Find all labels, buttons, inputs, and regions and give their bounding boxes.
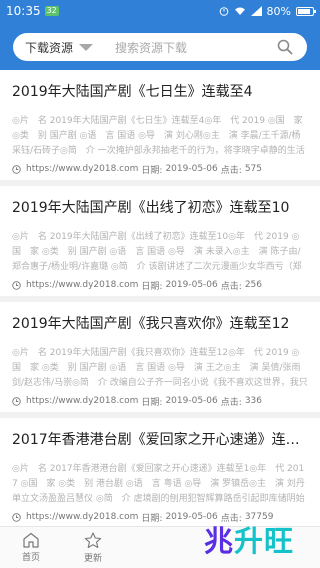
- status-icons: 80%: [219, 4, 316, 18]
- list-item[interactable]: 2019年大陆国产剧《出线了初恋》连载至10 ◎片 名 2019年大陆国产剧《出…: [0, 186, 320, 302]
- item-date: 2019-05-06: [165, 280, 218, 290]
- star-icon: [84, 531, 102, 548]
- item-date: 2019-05-06: [165, 164, 218, 174]
- chevron-down-icon: [79, 43, 94, 51]
- item-title: 2019年大陆国产剧《七日生》连载至4: [12, 84, 253, 100]
- battery-text: 80%: [266, 4, 291, 18]
- category-label: 下载资源: [25, 40, 74, 55]
- item-meta: https://www.dy2018.com 日期: 2019-05-06 点击…: [12, 275, 308, 295]
- item-title: 2019年大陆国产剧《我只喜欢你》连载至12: [12, 316, 290, 332]
- app-header: 10:35 32 80% 下载资源 搜索资源下载: [0, 0, 320, 70]
- item-url: https://www.dy2018.com: [26, 164, 139, 174]
- item-url: https://www.dy2018.com: [26, 396, 139, 406]
- item-clicks: 256: [244, 280, 262, 290]
- search-button[interactable]: [263, 33, 307, 61]
- watermark-text-1: 兆: [204, 524, 235, 558]
- watermark-logo: 兆升旺: [204, 518, 294, 560]
- item-url: https://www.dy2018.com: [26, 512, 139, 522]
- date-label: 日期:: [141, 165, 163, 176]
- signal-icon: [250, 6, 262, 16]
- date-label: 日期:: [141, 513, 163, 524]
- home-icon: [23, 532, 39, 548]
- clicks-label: 点击:: [220, 165, 242, 176]
- item-date: 2019-05-06: [165, 396, 218, 406]
- clock-icon: [12, 280, 21, 290]
- search-bar: 下载资源 搜索资源下载: [13, 33, 307, 61]
- item-meta: https://www.dy2018.com 日期: 2019-05-06 点击…: [12, 159, 308, 179]
- tab-update[interactable]: 更新: [62, 527, 124, 568]
- item-clicks: 575: [244, 164, 262, 174]
- tab-home[interactable]: 首页: [0, 527, 62, 568]
- list-item[interactable]: 2019年大陆国产剧《七日生》连载至4 ◎片 名 2019年大陆国产剧《七日生》…: [0, 70, 320, 186]
- date-label: 日期:: [141, 281, 163, 292]
- clicks-label: 点击:: [220, 281, 242, 292]
- item-description: ◎片 名 2019年大陆国产剧《我只喜欢你》连载至12◎年 代 2019 ◎国 …: [12, 348, 308, 388]
- alarm-icon: [219, 7, 228, 16]
- clock-icon: [12, 512, 21, 522]
- item-description: ◎片 名 2017年香港港台剧《爱回家之开心速递》连载至1◎年 代 2017 ◎…: [12, 464, 305, 504]
- status-time: 10:35: [6, 4, 41, 18]
- item-meta: https://www.dy2018.com 日期: 2019-05-06 点击…: [12, 391, 308, 411]
- search-icon: [277, 39, 293, 55]
- date-label: 日期:: [141, 397, 163, 408]
- list-item[interactable]: 2017年香港港台剧《爱回家之开心速递》连载至5… ◎片 名 2017年香港港台…: [0, 418, 320, 526]
- item-description: ◎片 名 2019年大陆国产剧《七日生》连载至4◎年 代 2019 ◎国 家 ◎…: [12, 116, 305, 156]
- status-bar: 10:35 32 80%: [0, 0, 320, 22]
- item-url: https://www.dy2018.com: [26, 280, 139, 290]
- watermark-text-2: 升旺: [234, 524, 295, 558]
- search-input[interactable]: 搜索资源下载: [115, 39, 187, 56]
- clicks-label: 点击:: [220, 397, 242, 408]
- notification-badge: 32: [44, 6, 59, 16]
- item-description: ◎片 名 2019年大陆国产剧《出线了初恋》连载至10◎年 代 2019 ◎国 …: [12, 232, 302, 272]
- category-dropdown[interactable]: 下载资源: [25, 39, 94, 56]
- item-title: 2017年香港港台剧《爱回家之开心速递》连载至5…: [12, 432, 308, 448]
- wifi-icon: [234, 7, 245, 15]
- list-item[interactable]: 2019年大陆国产剧《我只喜欢你》连载至12 ◎片 名 2019年大陆国产剧《我…: [0, 302, 320, 418]
- tab-home-label: 首页: [21, 553, 40, 563]
- item-title: 2019年大陆国产剧《出线了初恋》连载至10: [12, 200, 290, 216]
- resource-list: 2019年大陆国产剧《七日生》连载至4 ◎片 名 2019年大陆国产剧《七日生》…: [0, 70, 320, 526]
- clock-icon: [12, 396, 21, 406]
- item-clicks: 336: [244, 396, 262, 406]
- clock-icon: [12, 164, 21, 174]
- battery-icon: [296, 6, 316, 16]
- tab-update-label: 更新: [83, 553, 102, 564]
